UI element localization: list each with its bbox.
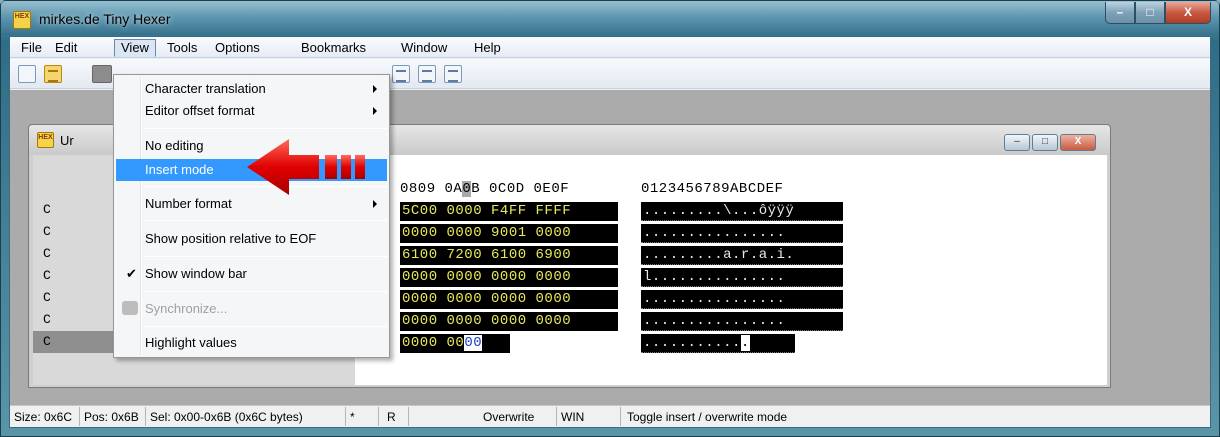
- window-title: mirkes.de Tiny Hexer: [39, 11, 171, 27]
- submenu-arrow-icon: [373, 200, 377, 208]
- menu-item-label: Show window bar: [145, 266, 247, 281]
- menu-item-show-position-eof[interactable]: Show position relative to EOF: [116, 228, 387, 250]
- submenu-arrow-icon: [373, 107, 377, 115]
- arrow-bar-1: [325, 155, 337, 179]
- hex-row[interactable]: 0000 0000 0000 0000: [400, 290, 618, 309]
- hex-row-last[interactable]: 0000 0000: [400, 334, 510, 353]
- hex-row[interactable]: 5C00 0000 F4FF FFFF: [400, 202, 618, 221]
- menu-item-label: Insert mode: [145, 162, 214, 177]
- status-mode[interactable]: Overwrite: [477, 407, 557, 426]
- annotation-arrow-icon: [247, 139, 365, 195]
- menu-item-synchronize: Synchronize...: [116, 298, 387, 320]
- status-position: Pos: 0x6B: [80, 407, 146, 426]
- ascii-cursor: .: [739, 334, 751, 352]
- caption-buttons: – □ X: [1105, 2, 1211, 24]
- hex-row[interactable]: 0000 0000 0000 0000: [400, 268, 618, 287]
- print-icon[interactable]: [418, 65, 436, 83]
- ascii-last-before: ...........: [643, 335, 741, 351]
- check-icon: ✔: [126, 266, 137, 281]
- ascii-row[interactable]: .........a.r.a.i.: [641, 246, 843, 265]
- menu-item-character-translation[interactable]: Character translation: [116, 78, 387, 100]
- child-caption-buttons: – □ X: [1004, 134, 1096, 151]
- menu-item-label: Show position relative to EOF: [145, 231, 317, 246]
- menu-item-editor-offset-format[interactable]: Editor offset format: [116, 100, 387, 122]
- menu-separator: [144, 326, 387, 327]
- status-size: Size: 0x6C: [10, 407, 80, 426]
- status-bar: Size: 0x6C Pos: 0x6B Sel: 0x00-0x6B (0x6…: [10, 405, 1210, 427]
- status-hint: Toggle insert / overwrite mode: [627, 410, 788, 424]
- hex-header-after: B 0C0D 0E0F: [471, 181, 570, 197]
- hex-row[interactable]: 0000 0000 0000 0000: [400, 312, 618, 331]
- menu-item-label: No editing: [145, 138, 204, 153]
- child-maximize-button[interactable]: □: [1032, 134, 1058, 151]
- menu-view[interactable]: View: [114, 39, 156, 57]
- list-view-icon[interactable]: [444, 65, 462, 83]
- status-modified: *: [346, 407, 379, 426]
- hex-doc-icon: HEX: [37, 132, 54, 148]
- menu-file[interactable]: File: [14, 39, 49, 57]
- hex-header-cursor: 0: [462, 181, 472, 197]
- child-close-button[interactable]: X: [1060, 134, 1096, 151]
- menu-help[interactable]: Help: [467, 39, 508, 57]
- hex-cursor: 00: [464, 335, 483, 351]
- ascii-row[interactable]: l...............: [641, 268, 843, 287]
- arrow-bar-2: [341, 155, 351, 179]
- menu-separator: [144, 256, 387, 257]
- menu-item-label: Synchronize...: [145, 301, 228, 316]
- menu-item-label: Number format: [145, 196, 232, 211]
- grid-view-icon[interactable]: [392, 65, 410, 83]
- menu-separator: [144, 128, 387, 129]
- submenu-arrow-icon: [373, 85, 377, 93]
- hex-row[interactable]: 6100 7200 6100 6900: [400, 246, 618, 265]
- ascii-row[interactable]: ................: [641, 312, 843, 331]
- synchronize-icon: [122, 301, 138, 315]
- save-icon[interactable]: [92, 65, 112, 83]
- hex-row[interactable]: 0000 0000 9001 0000: [400, 224, 618, 243]
- menu-tools[interactable]: Tools: [160, 39, 204, 57]
- arrow-head: [247, 139, 319, 195]
- minimize-button[interactable]: –: [1105, 2, 1135, 24]
- ascii-row-last[interactable]: ............: [641, 334, 795, 353]
- child-title: Ur: [60, 133, 74, 148]
- menu-edit[interactable]: Edit: [48, 39, 84, 57]
- status-selection: Sel: 0x00-0x6B (0x6C bytes): [146, 407, 346, 426]
- menu-item-label: Editor offset format: [145, 103, 255, 118]
- menu-separator: [144, 220, 387, 221]
- menu-window[interactable]: Window: [394, 39, 454, 57]
- menu-separator: [144, 291, 387, 292]
- ascii-row[interactable]: ................: [641, 224, 843, 243]
- hex-app-icon: HEX: [13, 11, 31, 29]
- open-folder-icon[interactable]: [44, 65, 62, 83]
- menu-item-highlight-values[interactable]: Highlight values: [116, 332, 387, 354]
- child-minimize-button[interactable]: –: [1004, 134, 1030, 151]
- ascii-row[interactable]: .........\...ôÿÿÿ: [641, 202, 843, 221]
- ascii-column-header: 0123456789ABCDEF: [641, 181, 784, 197]
- status-charset: WIN: [557, 407, 621, 426]
- status-readonly: R: [379, 407, 409, 426]
- menu-item-show-window-bar[interactable]: ✔ Show window bar: [116, 263, 387, 285]
- new-file-icon[interactable]: [18, 65, 36, 83]
- arrow-bar-3: [355, 155, 365, 179]
- view-menu-dropdown: Character translation Editor offset form…: [113, 74, 390, 358]
- hex-last-before: 0000 00: [402, 335, 465, 351]
- menu-bar: File Edit View Tools Options Bookmarks W…: [10, 37, 1210, 58]
- menu-bookmarks[interactable]: Bookmarks: [294, 39, 373, 57]
- status-empty: [409, 407, 477, 426]
- maximize-button[interactable]: □: [1135, 2, 1165, 24]
- ascii-row[interactable]: ................: [641, 290, 843, 309]
- hex-column-header: 0809 0A0B 0C0D 0E0F: [400, 181, 569, 197]
- hex-header-before: 0809 0A: [400, 181, 463, 197]
- close-button[interactable]: X: [1165, 2, 1211, 24]
- menu-options[interactable]: Options: [208, 39, 267, 57]
- menu-item-label: Highlight values: [145, 335, 237, 350]
- title-bar[interactable]: HEX mirkes.de Tiny Hexer – □ X: [1, 1, 1219, 35]
- menu-item-label: Character translation: [145, 81, 266, 96]
